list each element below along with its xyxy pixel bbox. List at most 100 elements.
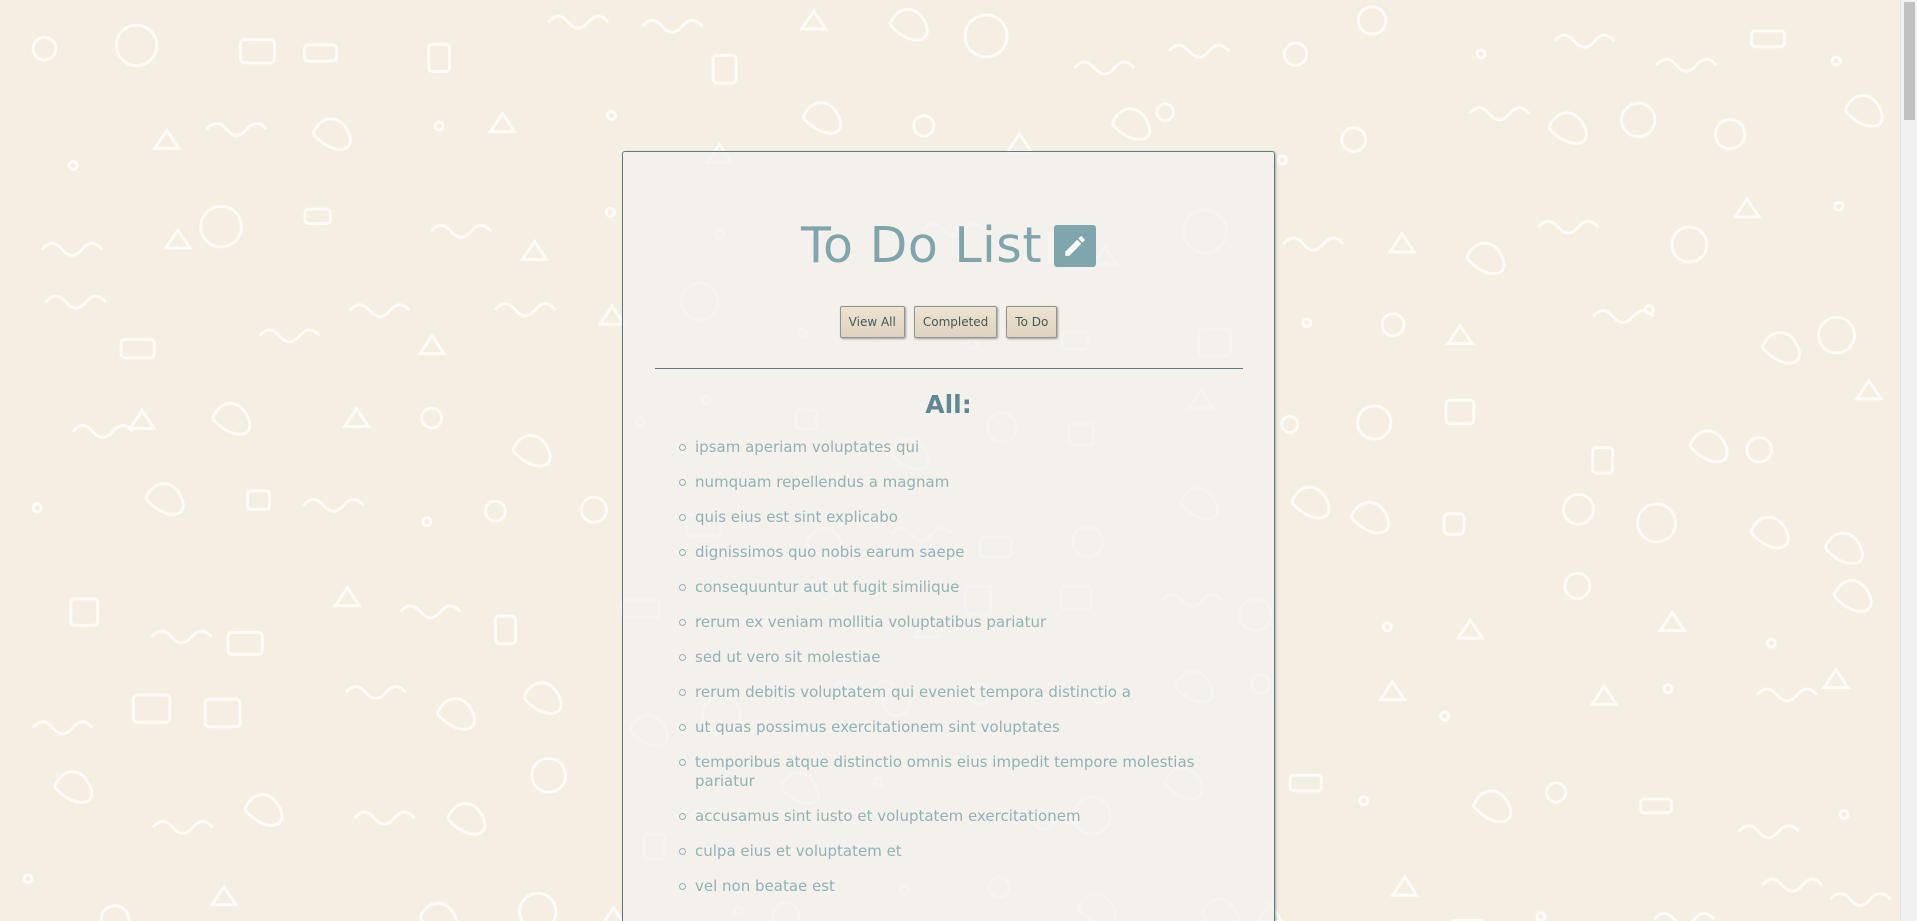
- doodle-shape: [1282, 41, 1309, 67]
- doodle-shape: [67, 160, 79, 172]
- doodle-shape: [341, 405, 372, 429]
- doodle-shape: [519, 238, 550, 261]
- doodle-shape: [1290, 485, 1331, 520]
- doodle-shape: [1737, 824, 1800, 840]
- doodle-shape: [433, 120, 445, 132]
- doodle-shape: [1833, 200, 1845, 212]
- list-item-text: dignissimos quo nobis earum saepe: [695, 543, 965, 561]
- doodle-shape: [597, 303, 627, 326]
- doodle-shape: [1288, 773, 1323, 793]
- doodle-shape: [31, 502, 43, 514]
- doodle-shape: [205, 121, 268, 137]
- doodle-shape: [1465, 241, 1506, 276]
- doodle-shape: [258, 328, 321, 344]
- list-item-text: consequuntur aut ut fugit similique: [695, 578, 960, 596]
- todo-card: To Do List View All Completed To Do All:…: [622, 151, 1275, 921]
- doodle-shape: [912, 114, 936, 138]
- doodle-shape: [1280, 414, 1300, 434]
- list-item-text: culpa eius et voluptatem et: [695, 842, 902, 860]
- doodle-shape: [1377, 678, 1408, 702]
- doodle-shape: [1387, 231, 1417, 254]
- doodle-shape: [353, 810, 416, 826]
- list-item-text: sed ut vero sit molestiae: [695, 648, 881, 666]
- scrollbar-thumb[interactable]: [1904, 2, 1915, 120]
- doodle-shape: [1653, 911, 1716, 921]
- bullet-icon: [679, 444, 686, 451]
- doodle-shape: [203, 697, 242, 729]
- doodle-shape: [1817, 315, 1857, 355]
- doodle-shape: [44, 294, 108, 310]
- bullet-icon: [679, 654, 686, 661]
- doodle-shape: [1655, 57, 1718, 73]
- pencil-icon[interactable]: [1054, 225, 1097, 267]
- doodle-shape: [150, 629, 213, 645]
- list-item[interactable]: temporibus atque distinctio omnis eius i…: [679, 753, 1199, 791]
- doodle-shape: [1536, 219, 1600, 235]
- todo-button[interactable]: To Do: [1006, 306, 1058, 338]
- doodle-shape: [446, 802, 487, 836]
- list-item[interactable]: ut quas possimus exercitationem sint vol…: [679, 718, 1199, 737]
- doodle-shape: [1854, 378, 1884, 401]
- doodle-shape: [69, 597, 100, 627]
- doodle-shape: [487, 110, 518, 134]
- doodle-shape: [530, 756, 568, 794]
- list-item[interactable]: culpa eius et voluptatem et: [679, 842, 1199, 861]
- doodle-shape: [1830, 55, 1842, 67]
- doodle-shape: [1553, 33, 1616, 49]
- scrollbar[interactable]: [1900, 0, 1917, 921]
- doodle-shape: [1155, 102, 1175, 123]
- doodle-shape: [1471, 789, 1513, 824]
- doodle-shape: [579, 495, 608, 524]
- doodle-shape: [114, 23, 159, 68]
- doodle-shape: [1829, 891, 1892, 907]
- list-item[interactable]: numquam repellendus a magnam: [679, 473, 1199, 492]
- doodle-shape: [429, 223, 493, 239]
- doodle-shape: [1636, 502, 1678, 544]
- list-item[interactable]: dignissimos quo nobis earum saepe: [679, 543, 1199, 562]
- doodle-shape: [1843, 94, 1884, 128]
- doodle-shape: [1455, 617, 1486, 640]
- doodle-shape: [1340, 126, 1368, 154]
- list-item[interactable]: rerum ex veniam mollitia voluptatibus pa…: [679, 613, 1199, 632]
- doodle-shape: [302, 497, 365, 513]
- doodle-shape: [1562, 492, 1595, 526]
- doodle-shape: [199, 204, 243, 249]
- doodle-shape: [1004, 131, 1035, 154]
- list-item[interactable]: accusamus sint iusto et voluptatem exerc…: [679, 807, 1199, 826]
- list-item[interactable]: consequuntur aut ut fugit similique: [679, 578, 1199, 597]
- doodle-shape: [1745, 435, 1774, 464]
- doodle-shape: [131, 693, 172, 724]
- list-item[interactable]: sed ut vero sit molestiae: [679, 648, 1199, 667]
- doodle-shape: [348, 303, 411, 319]
- doodle-shape: [1821, 666, 1851, 689]
- list-item-text: numquam repellendus a magnam: [695, 473, 950, 491]
- doodle-shape: [1657, 609, 1688, 633]
- list-item-text: ut quas possimus exercitationem sint vol…: [695, 718, 1060, 736]
- doodle-shape: [1688, 429, 1729, 464]
- doodle-shape: [1301, 317, 1313, 329]
- completed-button[interactable]: Completed: [913, 306, 998, 338]
- doodle-shape: [1755, 687, 1819, 703]
- doodle-shape: [493, 302, 557, 318]
- doodle-shape: [1535, 911, 1547, 921]
- doodle-shape: [1761, 877, 1824, 893]
- doodle-shape: [399, 604, 462, 620]
- doodle-shape: [1732, 196, 1762, 219]
- doodle-shape: [801, 101, 843, 135]
- list-item-text: rerum debitis voluptatem qui eveniet tem…: [695, 683, 1131, 701]
- doodle-shape: [518, 891, 558, 921]
- bullet-icon: [679, 514, 686, 521]
- list-item[interactable]: ipsam aperiam voluptates qui: [679, 438, 1199, 457]
- view-all-button[interactable]: View All: [839, 306, 905, 338]
- doodle-shape: [243, 793, 284, 827]
- doodle-shape: [420, 406, 444, 430]
- list-item[interactable]: vel non beatae est: [679, 877, 1199, 896]
- list-item-text: temporibus atque distinctio omnis eius i…: [695, 753, 1195, 790]
- list-item[interactable]: quis eius est sint explicabo: [679, 508, 1199, 527]
- doodle-shape: [641, 18, 704, 34]
- doodle-shape: [1838, 808, 1850, 820]
- list-item[interactable]: rerum debitis voluptatem qui eveniet tem…: [679, 683, 1199, 702]
- doodle-shape: [311, 117, 352, 151]
- list-item-text: accusamus sint iusto et voluptatem exerc…: [695, 807, 1081, 825]
- doodle-shape: [211, 401, 252, 436]
